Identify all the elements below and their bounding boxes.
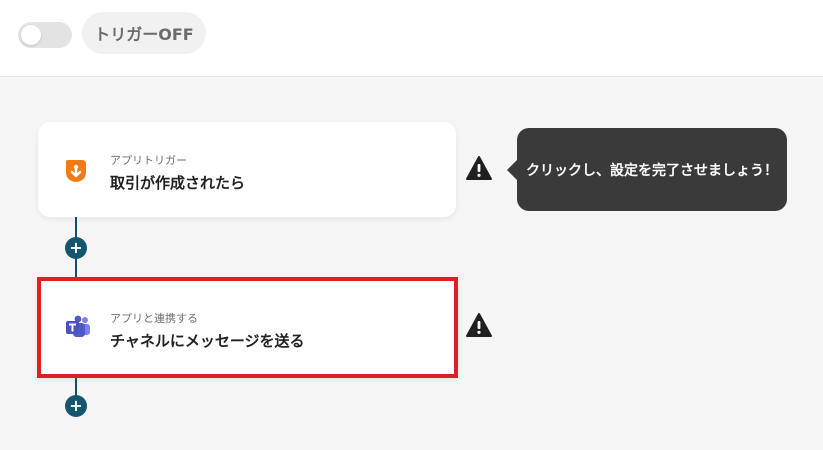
step-type-label: アプリと連携する bbox=[110, 312, 198, 325]
step-title: チャネルにメッセージを送る bbox=[110, 332, 305, 350]
top-bar: トリガーOFF bbox=[0, 0, 823, 77]
step-type-label: アプリトリガー bbox=[110, 154, 187, 167]
add-step-button[interactable]: + bbox=[65, 395, 87, 417]
microsoft-teams-icon bbox=[66, 315, 90, 337]
add-step-button[interactable]: + bbox=[65, 237, 87, 259]
warning-icon bbox=[466, 156, 492, 180]
flow-step-action[interactable]: アプリと連携する チャネルにメッセージを送る bbox=[37, 277, 458, 378]
step-title: 取引が作成されたら bbox=[110, 174, 246, 192]
trigger-toggle[interactable] bbox=[18, 22, 72, 48]
toggle-knob bbox=[21, 25, 41, 45]
hubspot-icon bbox=[66, 160, 86, 182]
tooltip-text: クリックし、設定を完了させましょう！ bbox=[526, 162, 778, 179]
warning-icon bbox=[466, 313, 492, 337]
trigger-status-label: トリガーOFF bbox=[82, 12, 206, 54]
flow-step-trigger[interactable]: アプリトリガー 取引が作成されたら bbox=[38, 122, 456, 217]
setup-tooltip: クリックし、設定を完了させましょう！ bbox=[507, 128, 787, 211]
